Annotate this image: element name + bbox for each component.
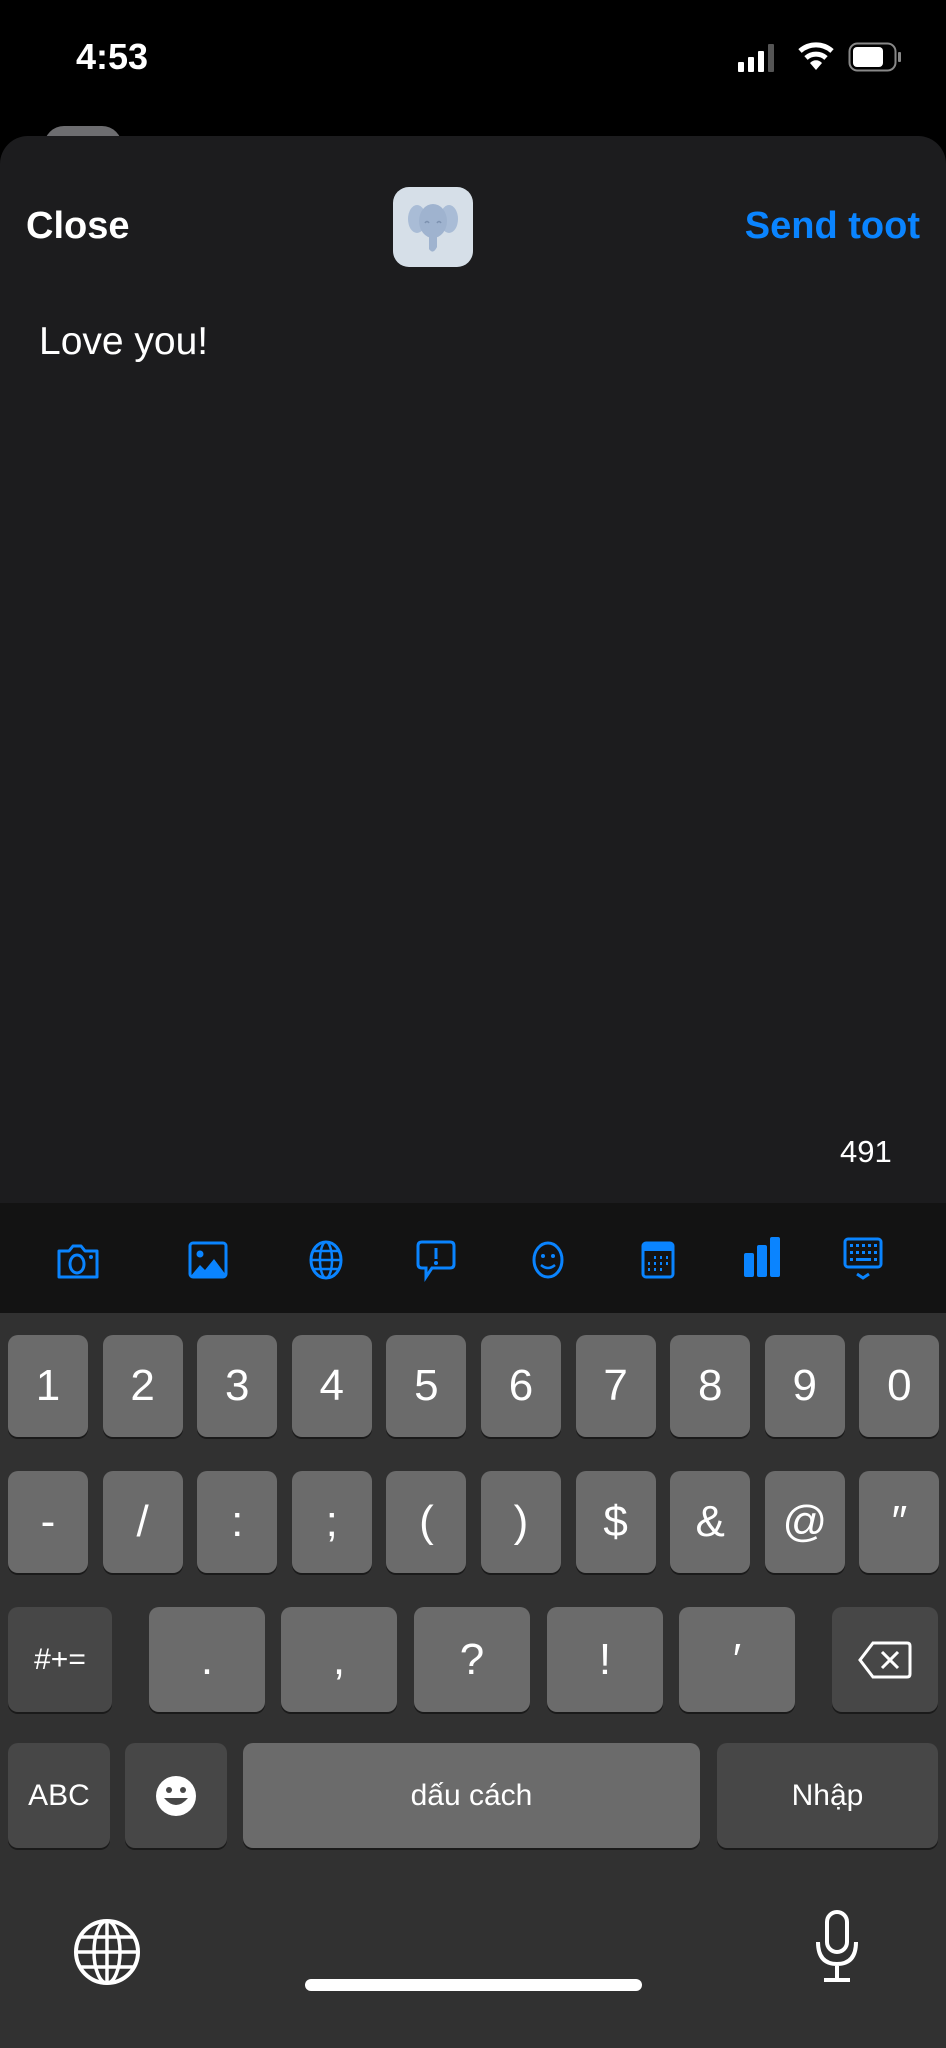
signal-icon [738,44,774,72]
space-key[interactable]: dấu cách [243,1743,700,1848]
wifi-icon [798,42,834,70]
key-)[interactable]: ) [481,1471,561,1573]
compose-text-input[interactable]: Love you! [39,320,208,364]
key-4[interactable]: 4 [291,1335,372,1437]
key-punct-1[interactable]: , [281,1607,397,1712]
keyboard-dismiss-icon[interactable] [830,1225,900,1295]
emoji-key[interactable] [125,1743,227,1848]
close-button[interactable]: Close [26,205,129,248]
calendar-icon[interactable] [625,1225,695,1295]
key-punct-0[interactable]: . [149,1607,265,1712]
dictation-microphone-icon[interactable] [812,1908,862,1986]
camera-icon[interactable] [43,1225,113,1295]
key-$[interactable]: $ [575,1471,656,1573]
character-counter: 491 [840,1134,892,1169]
keyboard-globe-icon[interactable] [72,1917,142,1987]
photo-icon[interactable] [174,1225,244,1295]
home-indicator[interactable] [305,1979,642,1991]
elephant-icon [408,204,458,252]
return-key[interactable]: Nhập [717,1743,938,1848]
key-8[interactable]: 8 [670,1335,751,1437]
content-warning-icon[interactable] [403,1225,473,1295]
abc-key[interactable]: ABC [8,1743,110,1848]
key-@[interactable]: @ [764,1471,845,1573]
compose-sheet [0,136,946,1204]
send-toot-button[interactable]: Send toot [745,205,920,248]
symbols-mode-key[interactable]: #+= [8,1607,112,1712]
key-9[interactable]: 9 [764,1335,845,1437]
key-;[interactable]: ; [291,1471,372,1573]
key-3[interactable]: 3 [197,1335,278,1437]
delete-key[interactable] [832,1607,938,1712]
key-1[interactable]: 1 [8,1335,88,1437]
globe-icon[interactable] [292,1225,362,1295]
key-([interactable]: ( [386,1471,467,1573]
key-0[interactable]: 0 [859,1335,940,1437]
backspace-icon [858,1641,912,1678]
key--[interactable]: - [8,1471,88,1573]
key-″[interactable]: ″ [859,1471,940,1573]
emoji-icon[interactable] [514,1225,584,1295]
compose-toolbar [0,1203,946,1313]
key-:[interactable]: : [197,1471,278,1573]
key-punct-4[interactable]: ′ [679,1607,795,1712]
key-2[interactable]: 2 [102,1335,183,1437]
status-time: 4:53 [76,36,149,77]
key-/[interactable]: / [102,1471,183,1573]
account-avatar[interactable] [393,187,473,267]
poll-icon[interactable] [729,1225,799,1295]
battery-icon [848,42,901,72]
key-5[interactable]: 5 [386,1335,467,1437]
key-6[interactable]: 6 [481,1335,561,1437]
key-&[interactable]: & [670,1471,751,1573]
key-7[interactable]: 7 [575,1335,656,1437]
emoji-keyboard-icon [156,1775,196,1816]
key-punct-3[interactable]: ! [547,1607,663,1712]
key-punct-2[interactable]: ? [414,1607,530,1712]
